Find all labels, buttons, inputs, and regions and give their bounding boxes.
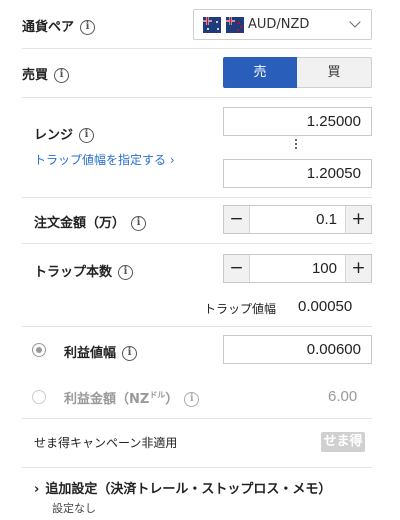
sell-button[interactable]: 売	[223, 57, 297, 88]
campaign-status: せま得キャンペーン非適用	[34, 436, 178, 450]
chevron-right-icon: ›	[34, 482, 40, 497]
profit-width-label-wrap: 利益値幅 i	[64, 342, 138, 361]
side-label-wrap: 売買 i	[22, 64, 70, 83]
traps-plus-button[interactable]: +	[345, 255, 371, 282]
traps-stepper[interactable]: − 100 +	[223, 254, 372, 283]
range-separator	[294, 139, 298, 151]
info-icon[interactable]: i	[54, 68, 70, 83]
advanced-settings-toggle[interactable]: › 追加設定（決済トレール・ストップロス・メモ）	[34, 478, 331, 497]
traps-minus-button[interactable]: −	[224, 255, 250, 282]
info-icon[interactable]: i	[184, 392, 200, 407]
side-label: 売買	[22, 68, 49, 83]
pair-label-wrap: 通貨ペア i	[22, 16, 96, 35]
info-icon[interactable]: i	[122, 346, 138, 361]
profit-amount-value: 6.00	[328, 388, 358, 405]
info-icon[interactable]: i	[79, 128, 95, 143]
range-label-wrap: レンジ i	[34, 124, 95, 143]
trap-width-label: トラップ値幅	[204, 302, 277, 316]
profit-width-input[interactable]: 0.00600	[223, 335, 372, 364]
range-label: レンジ	[34, 128, 74, 143]
amount-label-wrap: 注文金額（万） i	[34, 212, 147, 231]
pair-value: AUD/NZD	[248, 17, 310, 32]
divider	[22, 97, 372, 98]
divider	[22, 467, 372, 468]
amount-plus-button[interactable]: +	[345, 206, 371, 233]
divider	[22, 48, 372, 49]
trap-width-value: 0.00050	[298, 298, 353, 315]
divider	[22, 197, 372, 198]
profit-amount-unit: ドル	[149, 390, 166, 400]
divider	[22, 418, 372, 419]
profit-amount-label: 利益金額（NZ	[64, 392, 150, 407]
amount-label: 注文金額（万）	[34, 216, 126, 231]
info-icon[interactable]: i	[131, 216, 147, 231]
range-lower-input[interactable]: 1.20050	[223, 159, 372, 188]
profit-width-label: 利益値幅	[64, 346, 117, 361]
trap-width-link[interactable]: トラップ値幅を指定する ›	[34, 151, 175, 168]
range-upper-input[interactable]: 1.25000	[223, 107, 372, 136]
campaign-stamp-icon: せま得	[321, 432, 365, 452]
divider	[22, 243, 372, 244]
advanced-settings-subtitle: 設定なし	[52, 502, 96, 515]
pair-select[interactable]: AUD/NZD	[193, 9, 372, 40]
profit-amount-radio[interactable]	[32, 390, 46, 404]
traps-label-wrap: トラップ本数 i	[34, 261, 134, 280]
pair-label: 通貨ペア	[22, 20, 75, 35]
info-icon[interactable]: i	[118, 265, 134, 280]
chevron-down-icon	[349, 16, 361, 28]
profit-amount-label-close: ）	[165, 392, 179, 407]
traps-label: トラップ本数	[34, 265, 113, 280]
profit-width-radio[interactable]	[32, 343, 46, 357]
advanced-settings-title: 追加設定（決済トレール・ストップロス・メモ）	[45, 482, 332, 497]
australia-flag-icon	[203, 17, 221, 33]
info-icon[interactable]: i	[80, 20, 96, 35]
traps-value[interactable]: 100	[312, 255, 337, 282]
buy-button[interactable]: 買	[297, 57, 372, 88]
amount-stepper[interactable]: − 0.1 +	[223, 205, 372, 234]
new-zealand-flag-icon	[226, 17, 244, 33]
profit-amount-label-wrap: 利益金額（NZドル） i	[64, 388, 200, 407]
amount-minus-button[interactable]: −	[224, 206, 250, 233]
amount-value[interactable]: 0.1	[316, 206, 337, 233]
divider	[22, 326, 372, 327]
